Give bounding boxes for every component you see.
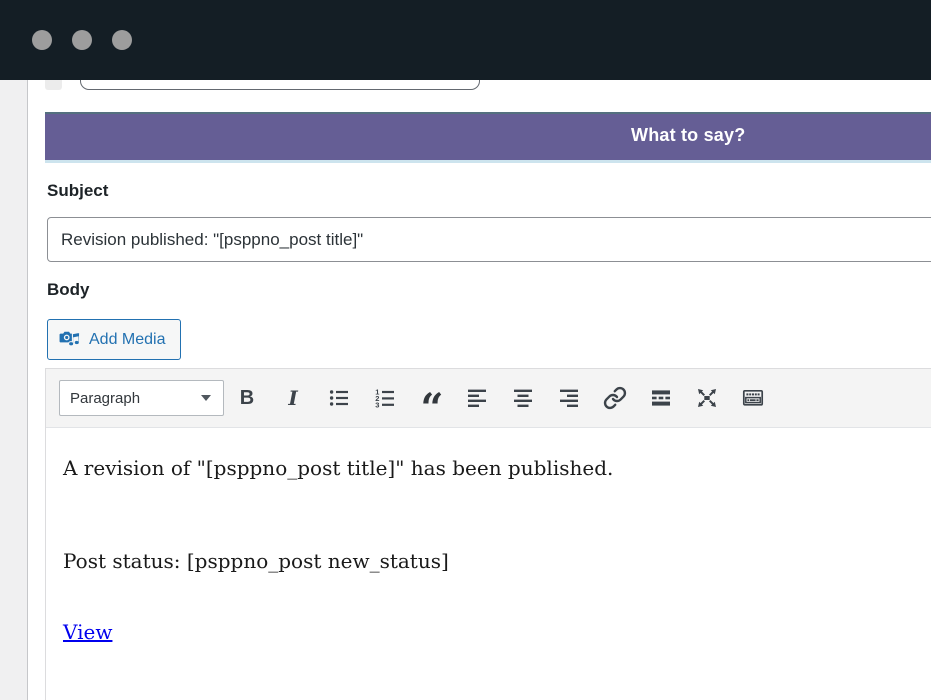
blockquote-icon: “ — [420, 382, 441, 414]
editor-content-area[interactable]: A revision of "[psppno_post title]" has … — [46, 428, 931, 673]
format-select-value: Paragraph — [70, 390, 140, 407]
svg-text:3: 3 — [375, 400, 379, 409]
numbered-list-icon: 1 2 3 — [373, 386, 397, 410]
subject-label: Subject — [47, 181, 108, 201]
editor-paragraph: Post status: [psppno_post new_status] — [63, 548, 929, 575]
window-title-bar — [0, 0, 931, 80]
editor-paragraph: A revision of "[psppno_post title]" has … — [63, 455, 929, 482]
window-control-dot-icon[interactable] — [112, 30, 132, 50]
bold-button[interactable]: B — [233, 381, 261, 415]
editor-toolbar: Paragraph B I — [46, 369, 931, 428]
page-left-gutter — [0, 80, 28, 700]
blockquote-button[interactable]: “ — [417, 381, 445, 415]
subject-input[interactable] — [47, 217, 931, 262]
align-left-button[interactable] — [463, 381, 491, 415]
italic-button[interactable]: I — [279, 381, 307, 415]
bulleted-list-button[interactable] — [325, 381, 353, 415]
add-media-button[interactable]: Add Media — [47, 319, 181, 360]
keyboard-shortcuts-button[interactable] — [739, 381, 767, 415]
fullscreen-button[interactable] — [693, 381, 721, 415]
read-more-tag-icon — [649, 386, 673, 410]
keyboard-icon — [741, 386, 765, 410]
page: Published What to say? Subject Body Add … — [0, 0, 931, 700]
add-media-label: Add Media — [89, 331, 166, 349]
editor-paragraph: View — [63, 619, 929, 646]
section-title: What to say? — [631, 125, 745, 146]
window-control-dot-icon[interactable] — [32, 30, 52, 50]
align-center-button[interactable] — [509, 381, 537, 415]
align-center-icon — [511, 386, 535, 410]
what-to-say-header-banner: What to say? — [45, 112, 931, 163]
italic-icon: I — [288, 386, 297, 410]
paragraph-format-select[interactable]: Paragraph — [59, 380, 224, 416]
align-right-icon — [557, 386, 581, 410]
chevron-down-icon — [201, 395, 211, 401]
insert-read-more-button[interactable] — [647, 381, 675, 415]
toolbar-buttons: B I 1 — [233, 381, 767, 415]
body-label: Body — [47, 280, 90, 300]
insert-link-button[interactable] — [601, 381, 629, 415]
body-editor: Paragraph B I — [45, 368, 931, 700]
bulleted-list-icon — [327, 386, 351, 410]
align-right-button[interactable] — [555, 381, 583, 415]
camera-music-note-icon — [59, 329, 81, 351]
view-link[interactable]: View — [63, 620, 112, 644]
link-icon — [603, 386, 627, 410]
numbered-list-button[interactable]: 1 2 3 — [371, 381, 399, 415]
window-control-dot-icon[interactable] — [72, 30, 92, 50]
fullscreen-expand-icon — [695, 386, 719, 410]
align-left-icon — [465, 386, 489, 410]
bold-icon: B — [240, 387, 254, 410]
